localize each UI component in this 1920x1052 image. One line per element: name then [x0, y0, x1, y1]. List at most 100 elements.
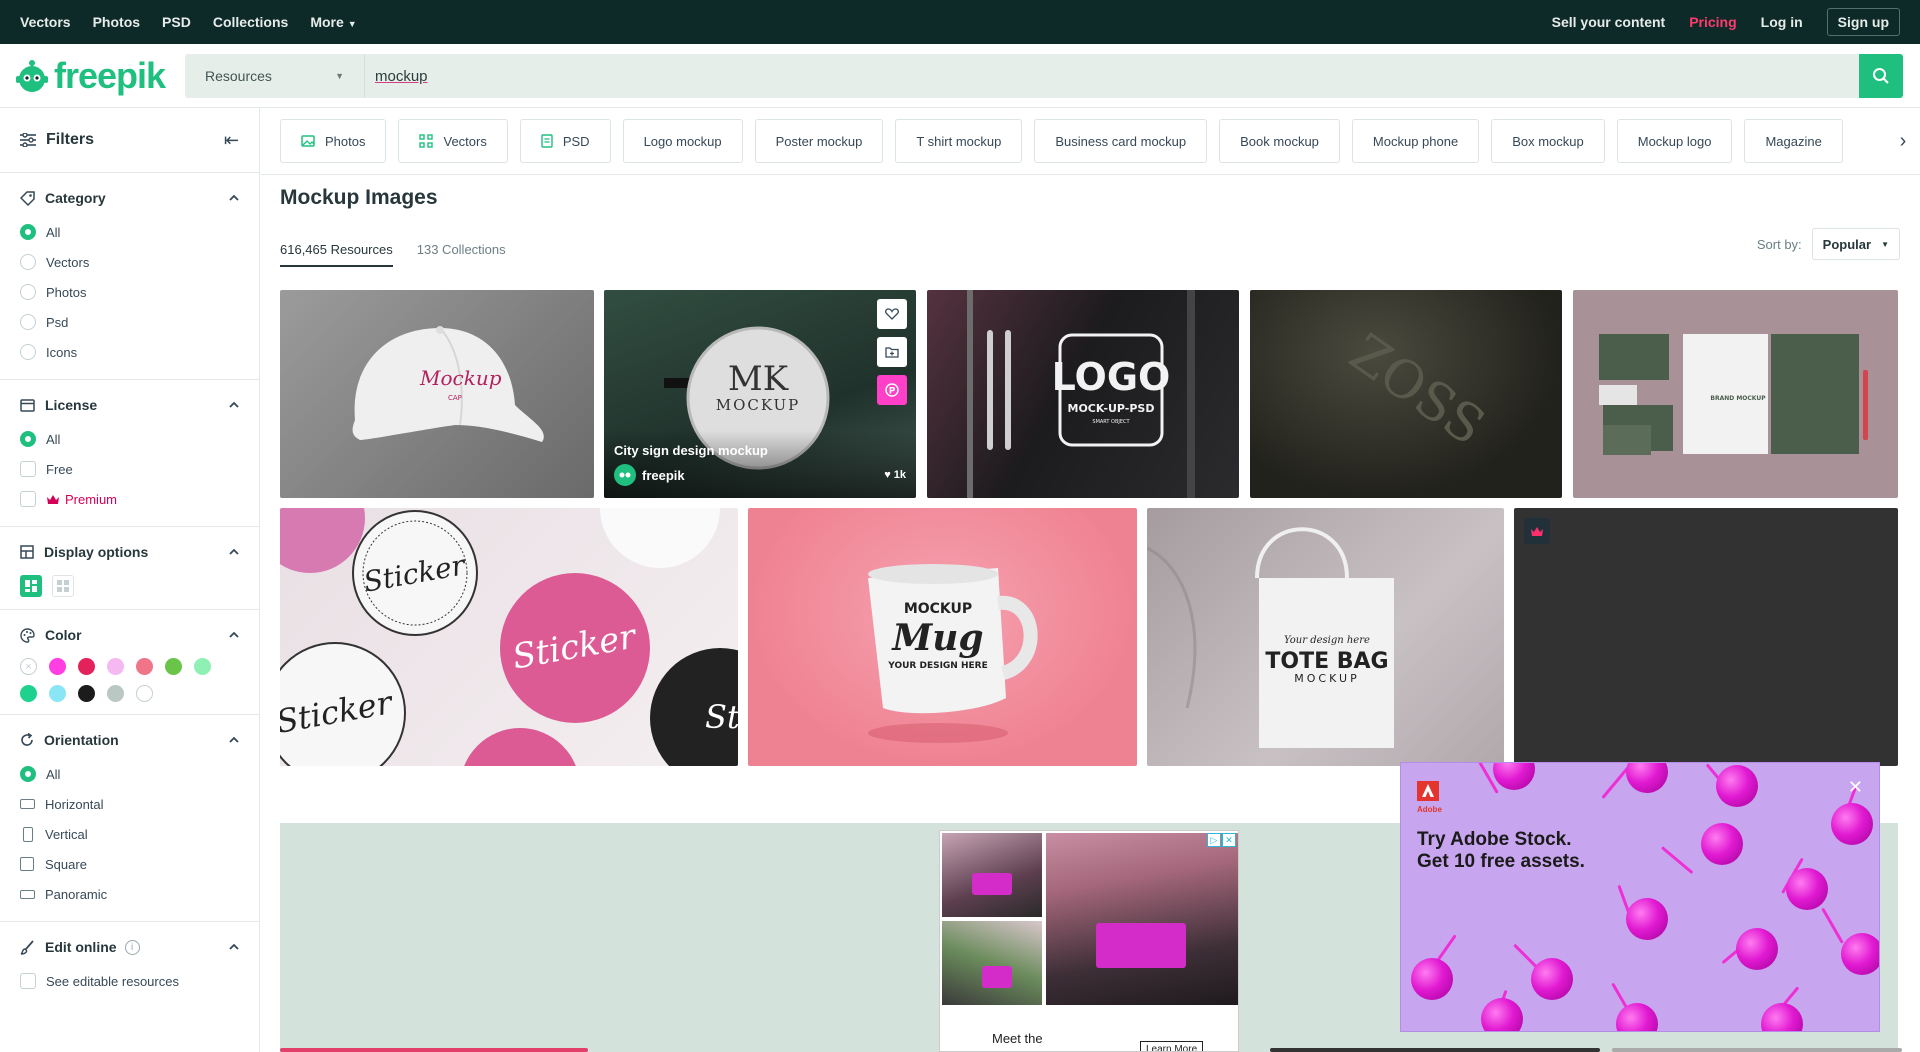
category-option-icons[interactable]: Icons: [20, 337, 239, 367]
chip-mockup-phone[interactable]: Mockup phone: [1351, 119, 1480, 163]
card-cap-mockup[interactable]: Mockup CAP: [280, 290, 594, 498]
radio[interactable]: [20, 344, 36, 360]
card-city-sign-mockup[interactable]: MK MOCKUP P City sign design mockup free…: [604, 290, 916, 498]
save-to-collection-button[interactable]: [877, 337, 907, 367]
pinterest-button[interactable]: P: [877, 375, 907, 405]
color-swatch[interactable]: [107, 658, 124, 675]
radio[interactable]: [20, 284, 36, 300]
orientation-option-vertical[interactable]: Vertical: [20, 819, 239, 849]
horizontal-icon[interactable]: [20, 799, 35, 809]
card-sticker-mockup[interactable]: Sticker Sticker Sticker Sti: [280, 508, 738, 766]
adobe-stock-ad[interactable]: Adobe ✕ Try Adobe Stock. Get 10 free ass…: [1400, 762, 1880, 1032]
card-logo-glass-mockup[interactable]: LOGO MOCK-UP-PSD SMART OBJECT: [927, 290, 1239, 498]
collapse-sidebar-icon[interactable]: ⇤: [224, 130, 239, 151]
search-input[interactable]: [365, 54, 1859, 98]
chevron-right-icon[interactable]: ›: [1886, 119, 1920, 163]
close-ad-icon[interactable]: ✕: [1848, 777, 1863, 798]
chip-poster-mockup[interactable]: Poster mockup: [754, 119, 884, 163]
card-mug-mockup[interactable]: MOCKUP Mug YOUR DESIGN HERE: [748, 508, 1137, 766]
author-name[interactable]: freepik: [642, 468, 685, 483]
chip-logo-mockup[interactable]: Logo mockup: [622, 119, 743, 163]
close-icon[interactable]: ✕: [1222, 833, 1236, 847]
layout-grid-button[interactable]: [52, 575, 74, 597]
radio-selected[interactable]: [20, 431, 36, 447]
clear-color-icon[interactable]: ×: [20, 658, 37, 675]
license-option-free[interactable]: Free: [20, 454, 239, 484]
search-button[interactable]: [1859, 54, 1903, 98]
orientation-option-all[interactable]: All: [20, 759, 239, 789]
radio-selected[interactable]: [20, 766, 36, 782]
tab-resources[interactable]: 616,465 Resources: [280, 242, 393, 267]
info-icon[interactable]: i: [124, 939, 140, 955]
orientation-option-horizontal[interactable]: Horizontal: [20, 789, 239, 819]
card-premium-dark[interactable]: [1514, 508, 1898, 766]
vehicle-ad[interactable]: ▷ ✕ Meet the Learn More: [939, 830, 1239, 1052]
color-swatch[interactable]: [49, 658, 66, 675]
color-swatch[interactable]: [194, 658, 211, 675]
color-swatch[interactable]: [78, 658, 95, 675]
panoramic-icon[interactable]: [20, 889, 35, 899]
checkbox[interactable]: [20, 973, 36, 989]
ad-choices[interactable]: ▷ ✕: [1207, 833, 1236, 847]
category-option-all[interactable]: All: [20, 217, 239, 247]
vertical-icon[interactable]: [22, 826, 33, 842]
layout-mosaic-button[interactable]: [20, 575, 42, 597]
sell-content-link[interactable]: Sell your content: [1552, 14, 1666, 30]
tab-collections[interactable]: 133 Collections: [417, 242, 506, 267]
radio[interactable]: [20, 314, 36, 330]
edit-online-header[interactable]: Edit online i: [20, 936, 239, 958]
chip-box-mockup[interactable]: Box mockup: [1491, 119, 1605, 163]
chip-photos[interactable]: Photos: [280, 119, 387, 163]
freepik-logo[interactable]: freepik: [14, 57, 184, 94]
ad-choices-icon[interactable]: ▷: [1207, 833, 1221, 847]
nav-psd[interactable]: PSD: [162, 14, 191, 30]
category-option-psd[interactable]: Psd: [20, 307, 239, 337]
chip-book-mockup[interactable]: Book mockup: [1219, 119, 1340, 163]
chip-business-card-mockup[interactable]: Business card mockup: [1034, 119, 1208, 163]
checkbox[interactable]: [20, 461, 36, 477]
color-swatch[interactable]: [136, 658, 153, 675]
license-header[interactable]: License: [20, 394, 239, 416]
orientation-header[interactable]: Orientation: [20, 729, 239, 751]
display-options-header[interactable]: Display options: [20, 541, 239, 563]
color-swatch[interactable]: [49, 685, 66, 702]
color-swatch[interactable]: [136, 685, 153, 702]
color-swatch[interactable]: [107, 685, 124, 702]
like-button[interactable]: [877, 299, 907, 329]
pricing-link[interactable]: Pricing: [1689, 14, 1736, 30]
card-tote-bag-mockup[interactable]: Your design here TOTE BAG MOCKUP: [1147, 508, 1504, 766]
license-option-premium[interactable]: Premium: [20, 484, 239, 514]
color-swatch[interactable]: [78, 685, 95, 702]
category-header[interactable]: Category: [20, 187, 239, 209]
orientation-option-square[interactable]: Square: [20, 849, 239, 879]
chip-tshirt-mockup[interactable]: T shirt mockup: [895, 119, 1023, 163]
author-avatar[interactable]: [614, 464, 636, 486]
category-option-vectors[interactable]: Vectors: [20, 247, 239, 277]
card-brand-stationery-mockup[interactable]: BRAND MOCKUP: [1573, 290, 1898, 498]
radio-selected[interactable]: [20, 224, 36, 240]
nav-photos[interactable]: Photos: [93, 14, 140, 30]
sort-select[interactable]: Popular ▼: [1811, 228, 1900, 260]
signup-button[interactable]: Sign up: [1826, 8, 1900, 36]
square-icon[interactable]: [20, 857, 34, 871]
category-option-photos[interactable]: Photos: [20, 277, 239, 307]
license-option-all[interactable]: All: [20, 424, 239, 454]
orientation-option-panoramic[interactable]: Panoramic: [20, 879, 239, 909]
nav-more[interactable]: More ▼: [310, 14, 356, 30]
radio[interactable]: [20, 254, 36, 270]
editable-resources-option[interactable]: See editable resources: [20, 966, 239, 996]
checkbox[interactable]: [20, 491, 36, 507]
ad-learn-more-button[interactable]: Learn More: [1140, 1041, 1204, 1051]
color-swatch[interactable]: [165, 658, 182, 675]
chip-mockup-logo[interactable]: Mockup logo: [1616, 119, 1733, 163]
card-fabric-emboss-mockup[interactable]: ZOSS: [1250, 290, 1562, 498]
chip-vectors[interactable]: Vectors: [398, 119, 508, 163]
nav-collections[interactable]: Collections: [213, 14, 288, 30]
resource-type-select[interactable]: Resources ▼: [185, 54, 365, 98]
nav-vectors[interactable]: Vectors: [20, 14, 71, 30]
login-link[interactable]: Log in: [1761, 14, 1803, 30]
chip-psd[interactable]: PSD: [519, 119, 611, 163]
color-swatch[interactable]: [20, 685, 37, 702]
chip-magazine[interactable]: Magazine: [1744, 119, 1843, 163]
color-header[interactable]: Color: [20, 624, 239, 646]
